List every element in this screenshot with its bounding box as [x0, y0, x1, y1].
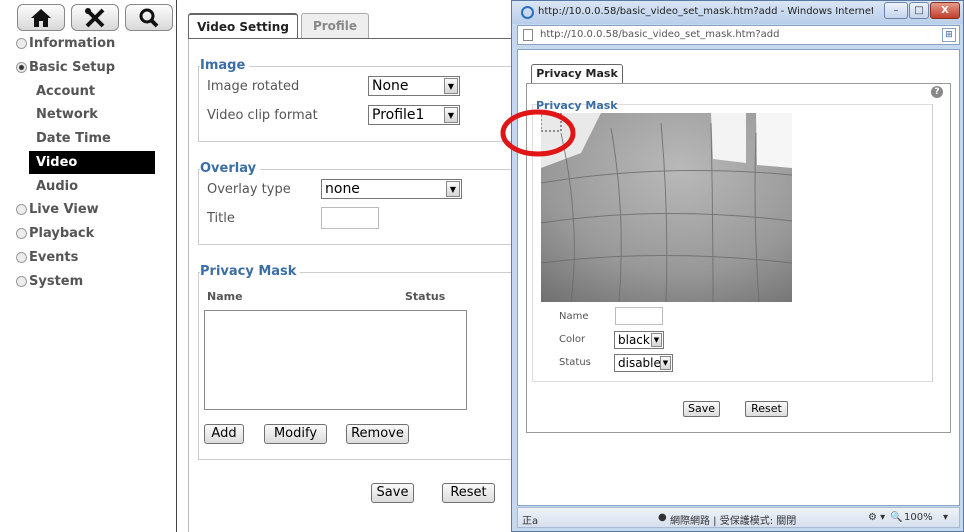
modify-mask-button[interactable]: Modify [264, 424, 327, 444]
overlay-title-label: Title [207, 211, 235, 226]
sub-item-date-time[interactable]: Date Time [36, 131, 111, 146]
radio-icon [16, 62, 27, 73]
home-icon[interactable] [17, 4, 65, 31]
overlay-legend: Overlay [200, 161, 261, 176]
privacy-mask-legend: Privacy Mask [200, 264, 301, 279]
dropdown-arrow-icon: ▼ [444, 107, 458, 123]
security-zone-text[interactable]: 網際網路 | 受保護模式: 關閉 [670, 512, 796, 527]
tab-divider [188, 38, 518, 39]
sub-item-network[interactable]: Network [36, 107, 98, 122]
mask-col-status: Status [405, 290, 446, 303]
save-button[interactable]: Save [371, 483, 414, 503]
nav-label: Information [29, 36, 116, 51]
select-value: black [618, 333, 650, 347]
sidebar: Information Basic Setup Account Network … [0, 0, 177, 532]
page-icon [523, 29, 533, 41]
overlay-type-label: Overlay type [207, 182, 291, 197]
image-rotated-select[interactable]: None ▼ [368, 76, 460, 96]
nav-playback[interactable]: Playback [16, 226, 94, 241]
nav-label: Live View [29, 202, 99, 217]
nav-live-view[interactable]: Live View [16, 202, 99, 217]
nav-basic-setup[interactable]: Basic Setup [16, 60, 115, 75]
globe-icon: ● [658, 512, 667, 523]
close-button[interactable]: X [930, 2, 960, 19]
nav-label: Events [29, 250, 79, 265]
ie-logo-icon [521, 6, 534, 19]
select-value: Profile1 [372, 107, 425, 123]
video-clip-format-label: Video clip format [207, 108, 318, 123]
radio-icon [16, 252, 27, 263]
popup-save-button[interactable]: Save [683, 401, 720, 417]
dropdown-arrow-icon: ▼ [660, 356, 671, 370]
sub-item-audio[interactable]: Audio [36, 179, 78, 194]
nav-label: Playback [29, 226, 95, 241]
annotation-circle [500, 109, 576, 157]
image-legend: Image [200, 58, 250, 73]
nav-information[interactable]: Information [16, 36, 115, 51]
select-value: none [325, 181, 360, 197]
radio-icon [16, 38, 27, 49]
tab-profile[interactable]: Profile [301, 13, 369, 38]
popup-status-label: Status [559, 357, 591, 368]
popup-name-input[interactable] [615, 307, 663, 325]
ie-status-bar: 正a ● 網際網路 | 受保護模式: 關閉 ⚙ ▾ 🔍 100% ▾ [517, 507, 960, 528]
zoom-level[interactable]: 100% [904, 512, 933, 523]
radio-icon [16, 276, 27, 287]
add-mask-button[interactable]: Add [204, 424, 244, 444]
tab-privacy-mask[interactable]: Privacy Mask [531, 64, 623, 84]
tools-icon[interactable] [71, 4, 119, 31]
image-rotated-label: Image rotated [207, 79, 300, 94]
search-icon[interactable] [125, 4, 173, 31]
ie-window-title: http://10.0.0.58/basic_video_set_mask.ht… [538, 6, 873, 17]
dropdown-arrow-icon: ▼ [444, 78, 458, 94]
protected-mode-icon[interactable]: ⚙ ▾ [868, 512, 885, 523]
sub-item-account[interactable]: Account [36, 84, 95, 99]
reset-button[interactable]: Reset [442, 483, 495, 503]
ie-title-bar[interactable]: http://10.0.0.58/basic_video_set_mask.ht… [512, 1, 963, 24]
ie-address-bar[interactable]: http://10.0.0.58/basic_video_set_mask.ht… [517, 25, 960, 45]
radio-icon [16, 204, 27, 215]
remove-mask-button[interactable]: Remove [346, 424, 409, 444]
zoom-icon: 🔍 [890, 512, 903, 523]
popup-color-label: Color [559, 334, 586, 345]
status-left-text: 正a [522, 516, 539, 527]
compatibility-icon[interactable]: ⊞ [942, 28, 956, 42]
popup-color-select[interactable]: black ▼ [614, 331, 664, 349]
mask-col-name: Name [207, 290, 243, 303]
ie-content: Privacy Mask ? Privacy Mask Name Color b… [517, 49, 960, 506]
minimize-button[interactable]: – [884, 2, 908, 19]
dropdown-arrow-icon: ▼ [651, 333, 662, 347]
nav-label: System [29, 274, 84, 289]
nav-label: Basic Setup [29, 60, 116, 75]
dropdown-arrow-icon: ▼ [446, 181, 460, 197]
maximize-button[interactable]: □ [909, 2, 929, 19]
ie-popup-window: http://10.0.0.58/basic_video_set_mask.ht… [511, 0, 964, 532]
sub-item-video[interactable]: Video [29, 151, 155, 174]
video-clip-format-select[interactable]: Profile1 ▼ [368, 105, 460, 125]
overlay-type-select[interactable]: none ▼ [321, 179, 462, 199]
zoom-dropdown-icon[interactable]: ▾ [943, 512, 948, 523]
help-icon[interactable]: ? [931, 86, 943, 98]
nav-events[interactable]: Events [16, 250, 78, 265]
popup-reset-button[interactable]: Reset [745, 401, 788, 417]
image-section: Image [198, 58, 518, 142]
top-icon-bar [17, 4, 173, 31]
overlay-title-input[interactable] [321, 207, 379, 229]
tab-video-setting[interactable]: Video Setting [188, 13, 298, 38]
radio-icon [16, 228, 27, 239]
nav-system[interactable]: System [16, 274, 83, 289]
ie-address-text: http://10.0.0.58/basic_video_set_mask.ht… [540, 29, 780, 40]
popup-name-label: Name [559, 311, 589, 322]
mask-list[interactable] [204, 310, 467, 410]
select-value: disable [618, 356, 661, 370]
popup-status-select[interactable]: disable ▼ [614, 354, 673, 372]
select-value: None [372, 78, 409, 94]
